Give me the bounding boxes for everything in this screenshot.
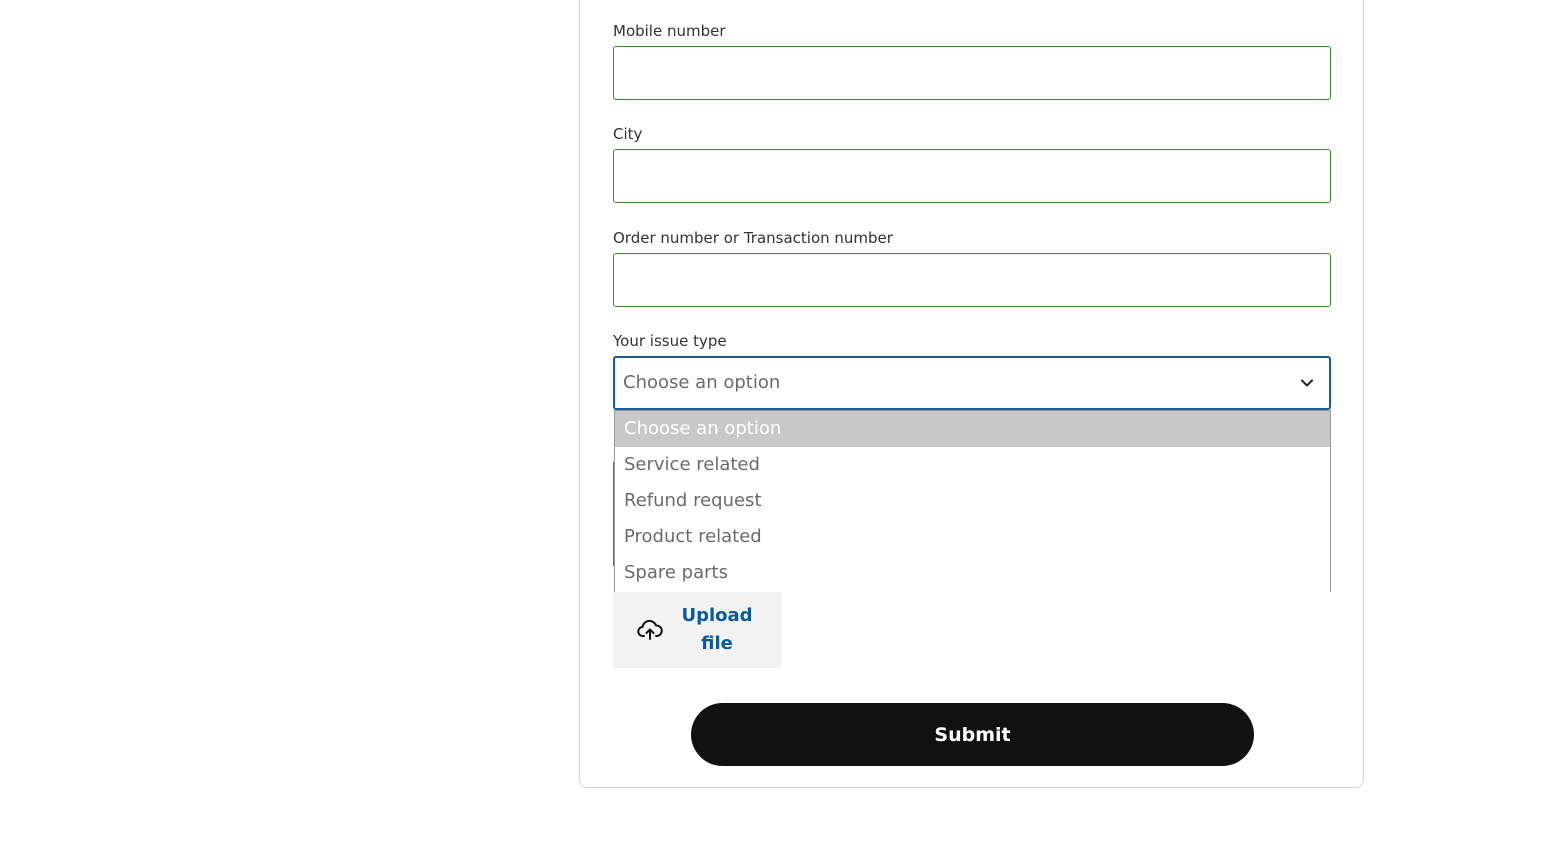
city-input[interactable] (613, 149, 1331, 203)
dropdown-option-product-related[interactable]: Product related (615, 519, 1330, 555)
issue-type-dropdown-list: Choose an option Service related Refund … (614, 410, 1331, 592)
issue-type-label: Your issue type (613, 332, 727, 350)
dropdown-option-service-related[interactable]: Service related (615, 447, 1330, 483)
city-label: City (613, 125, 643, 143)
dropdown-option-refund-request[interactable]: Refund request (615, 483, 1330, 519)
submit-button[interactable]: Submit (691, 703, 1254, 766)
issue-type-select[interactable]: Choose an option (613, 356, 1331, 410)
mobile-number-label: Mobile number (613, 22, 726, 40)
order-number-input[interactable] (613, 253, 1331, 307)
mobile-number-input[interactable] (613, 46, 1331, 100)
chevron-down-icon (1301, 379, 1313, 387)
order-number-label: Order number or Transaction number (613, 229, 893, 247)
issue-type-selected-value: Choose an option (623, 372, 781, 393)
dropdown-option-spare-parts[interactable]: Spare parts (615, 555, 1330, 591)
dropdown-option-choose[interactable]: Choose an option (615, 411, 1330, 447)
upload-file-label: Upload file (681, 605, 753, 654)
upload-file-button[interactable]: Upload file (613, 592, 782, 668)
cloud-upload-icon (637, 619, 663, 640)
